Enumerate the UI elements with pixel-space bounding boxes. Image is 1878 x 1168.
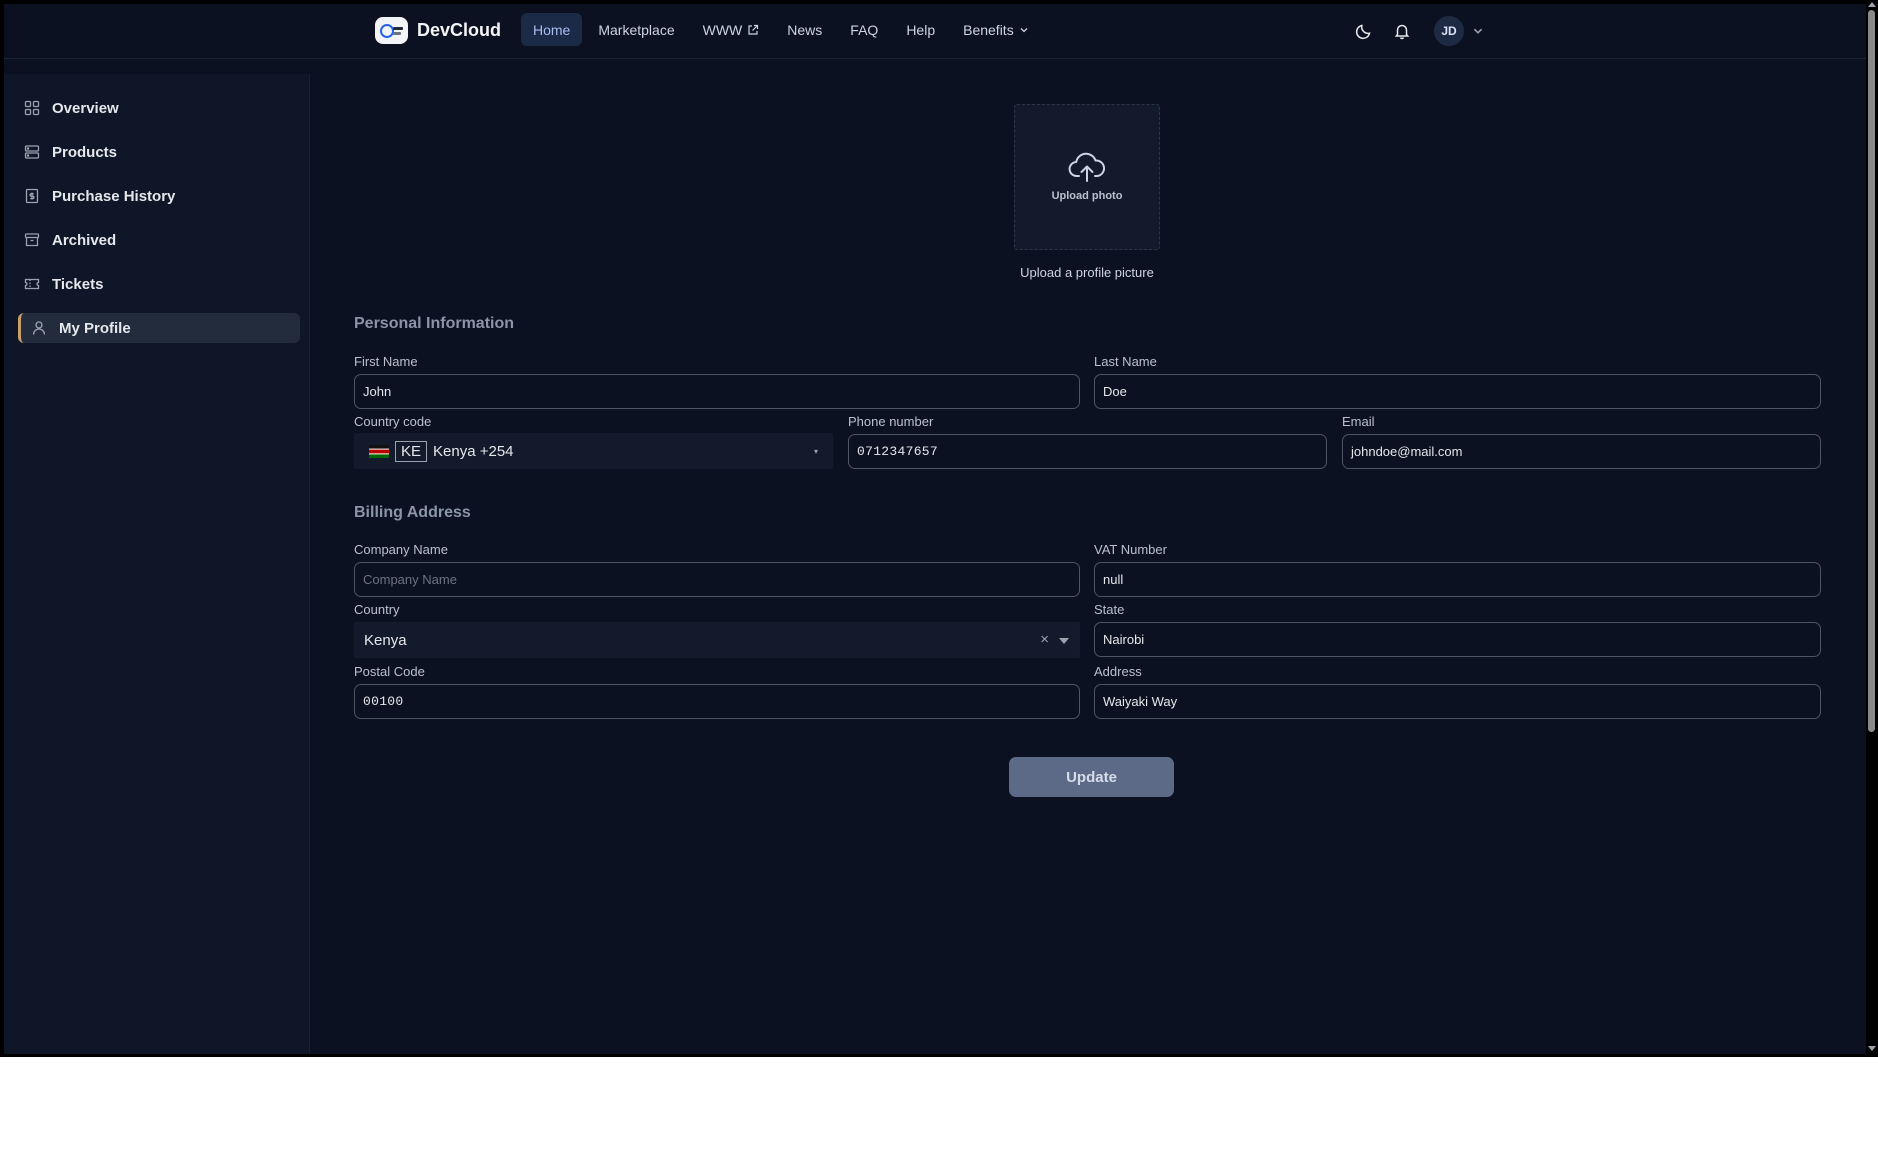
top-navbar: DevCloud Home Marketplace WWW News FAQ H… [4,4,1866,59]
sidebar-item-archived[interactable]: Archived [18,225,300,255]
scroll-up-icon[interactable] [1868,2,1876,7]
vat-number-label: VAT Number [1094,542,1167,557]
postal-code-field[interactable]: 00100 [354,684,1080,719]
email-field[interactable]: johndoe@mail.com [1342,434,1821,469]
postal-code-label: Postal Code [354,664,425,679]
country-label: Country [354,602,400,617]
cloud-upload-icon [1068,152,1106,182]
phone-label: Phone number [848,414,934,429]
caret-down-icon[interactable] [1059,638,1069,644]
upload-caption: Upload a profile picture [1020,265,1154,280]
chevron-down-icon [1020,27,1028,32]
sidebar-item-label: Products [52,143,118,161]
nav-home[interactable]: Home [521,13,583,46]
sidebar: Overview Products Purchase History Archi… [4,74,310,1054]
page-frame: DevCloud Home Marketplace WWW News FAQ H… [4,4,1866,1054]
moon-icon [1355,24,1371,40]
phone-field[interactable]: 0712347657 [848,434,1327,469]
user-menu[interactable]: JD [1434,16,1484,46]
address-label: Address [1094,664,1142,679]
company-name-field[interactable]: Company Name [354,562,1080,597]
brand[interactable]: DevCloud [375,17,501,44]
sidebar-item-products[interactable]: Products [18,137,300,167]
nav-marketplace-label: Marketplace [598,21,675,38]
country-code-select[interactable]: KE Kenya +254 ▾ [354,433,833,469]
scrollbar-thumb[interactable] [1868,10,1875,732]
sidebar-item-label: Tickets [52,275,104,293]
ticket-icon [24,278,40,290]
nav-www-label: WWW [702,21,743,38]
brand-name: DevCloud [417,20,502,40]
grid-icon [24,100,40,116]
archive-icon [24,233,40,247]
sidebar-item-overview[interactable]: Overview [18,93,300,123]
state-field[interactable]: Nairobi [1094,622,1821,657]
vat-number-field[interactable]: null [1094,562,1821,597]
sidebar-item-tickets[interactable]: Tickets [18,269,300,299]
sidebar-item-label: Archived [52,231,117,249]
sidebar-item-purchase-history[interactable]: Purchase History [18,181,300,211]
scroll-down-icon[interactable] [1868,1046,1876,1051]
app-window: DevCloud Home Marketplace WWW News FAQ H… [0,0,1878,1057]
receipt-icon [25,188,39,204]
nav-faq[interactable]: FAQ [838,13,890,46]
company-name-label: Company Name [354,542,448,557]
bell-icon [1394,24,1410,40]
country-iso-badge: KE [395,440,428,462]
server-icon [24,145,40,159]
avatar: JD [1434,16,1464,46]
sidebar-item-my-profile[interactable]: My Profile [18,313,300,343]
update-button[interactable]: Update [1009,757,1174,797]
last-name-label: Last Name [1094,354,1157,369]
user-icon [32,321,46,335]
personal-info-title: Personal Information [354,315,515,332]
state-label: State [1094,602,1125,617]
scrollbar[interactable] [1866,0,1878,1057]
nav-marketplace[interactable]: Marketplace [586,13,686,46]
country-code-value: Kenya +254 [433,442,514,460]
nav-help-label: Help [906,21,936,38]
sidebar-item-label: Purchase History [52,187,176,205]
last-name-field[interactable]: Doe [1094,374,1821,409]
sidebar-item-label: My Profile [59,319,131,337]
chevron-down-icon [1473,28,1483,34]
caret-down-icon: ▾ [813,447,818,456]
country-select[interactable]: Kenya × [354,622,1080,658]
first-name-label: First Name [354,354,418,369]
notifications-button[interactable] [1392,21,1412,41]
nav-benefits[interactable]: Benefits [951,13,1041,46]
brand-logo-icon [375,17,408,44]
address-field[interactable]: Waiyaki Way [1094,684,1821,719]
nav-news-label: News [787,21,823,38]
external-link-icon [748,24,759,35]
nav-benefits-label: Benefits [963,21,1014,38]
nav-news[interactable]: News [775,13,834,46]
upload-photo-label: Upload photo [1051,190,1123,202]
email-label: Email [1342,414,1375,429]
nav-www[interactable]: WWW [691,13,772,46]
billing-address-title: Billing Address [354,504,471,521]
kenya-flag-icon [369,444,389,458]
clear-icon[interactable]: × [1040,631,1049,648]
country-value: Kenya [364,631,407,649]
country-code-label: Country code [354,414,432,429]
nav-home-label: Home [533,21,571,38]
nav-help[interactable]: Help [894,13,947,46]
header-actions: JD [1354,16,1484,46]
theme-toggle-button[interactable] [1354,21,1374,41]
first-name-field[interactable]: John [354,374,1080,409]
main-nav: Home Marketplace WWW News FAQ Help Benef… [521,13,1041,46]
sidebar-item-label: Overview [52,99,119,117]
upload-photo-dropzone[interactable]: Upload photo [1014,104,1160,250]
nav-faq-label: FAQ [850,21,879,38]
